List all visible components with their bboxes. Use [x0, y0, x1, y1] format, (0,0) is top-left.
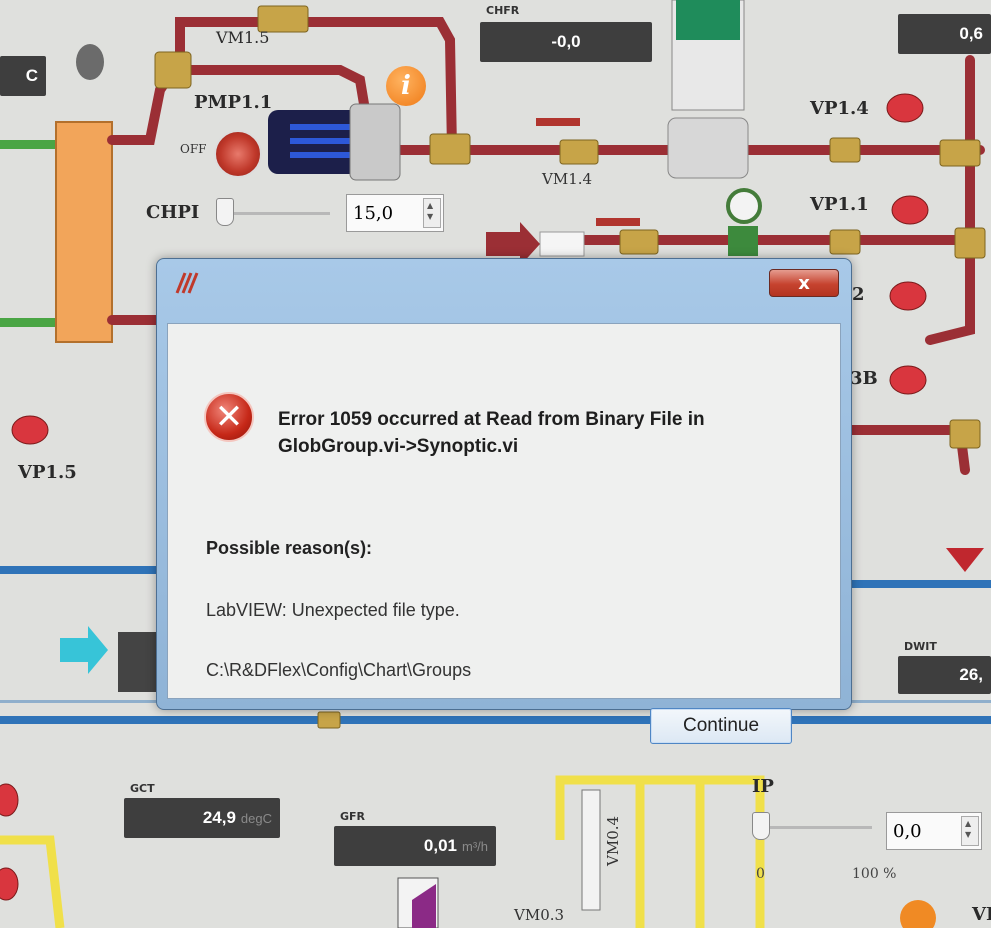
- chpi-slider-track[interactable]: [226, 212, 330, 215]
- chfr-indicator: -0,0: [480, 22, 652, 62]
- ip-slider-thumb[interactable]: [752, 812, 770, 840]
- heat-exchanger: [55, 121, 113, 343]
- gfr-value: 0,01: [423, 836, 457, 855]
- label-pmp: PMP1.1: [194, 92, 273, 113]
- label-vp12-partial: 2: [852, 284, 865, 305]
- blue-pipe-2: [848, 580, 991, 588]
- blue-pipe-3: [0, 716, 991, 724]
- dwit-indicator: 26,: [898, 656, 991, 694]
- label-vp11: VP1.1: [810, 194, 869, 215]
- green-pipe-top: [0, 140, 62, 149]
- gct-tag: GCT: [130, 782, 155, 795]
- dwit-value: 26,: [959, 665, 983, 684]
- gfr-tag: GFR: [340, 810, 366, 823]
- label-vm15: VM1.5: [216, 28, 270, 47]
- gfr-indicator: 0,01 m³/h: [334, 826, 496, 866]
- green-pipe-mid: [0, 318, 62, 327]
- file-path: C:\R&DFlex\Config\Chart\Groups: [206, 660, 472, 680]
- gct-indicator: 24,9 degC: [124, 798, 280, 838]
- error-dialog: x ✕ Error 1059 occurred at Read from Bin…: [156, 258, 852, 744]
- reasons-heading: Possible reason(s):: [206, 538, 373, 558]
- label-vm04: VM0.4: [604, 815, 622, 866]
- chpi-value: 15,0: [353, 202, 394, 224]
- label-vm14: VM1.4: [542, 170, 593, 188]
- top-right-indicator: 0,6: [898, 14, 991, 54]
- drain-arrow: [946, 548, 984, 572]
- blue-pipe-1: [0, 566, 160, 574]
- ip-value: 0,0: [893, 820, 922, 842]
- pump-off-button[interactable]: [214, 130, 262, 178]
- error-icon: ✕: [204, 392, 254, 442]
- label-vp15: VP1.5: [18, 462, 77, 483]
- reason-text: LabVIEW: Unexpected file type.: [206, 600, 460, 620]
- label-vi-partial: VI: [972, 904, 991, 925]
- labview-logo: [173, 271, 201, 295]
- pump-off-label: OFF: [180, 142, 207, 156]
- info-icon[interactable]: i: [386, 66, 426, 106]
- chpi-numeric-input[interactable]: 15,0: [346, 194, 444, 232]
- chfr-tag: CHFR: [486, 4, 520, 17]
- dialog-close-button[interactable]: x: [769, 269, 839, 297]
- label-ip: IP: [752, 776, 774, 797]
- ip-tick-min: 0: [756, 866, 765, 882]
- dwit-tag: DWIT: [904, 640, 937, 653]
- gct-unit: degC: [240, 810, 272, 826]
- continue-button[interactable]: Continue: [650, 708, 792, 744]
- gfr-unit: m³/h: [462, 838, 488, 854]
- ip-slider-track[interactable]: [762, 826, 872, 829]
- chpi-slider-thumb[interactable]: [216, 198, 234, 226]
- ip-numeric-input[interactable]: 0,0: [886, 812, 982, 850]
- ip-spinner[interactable]: [961, 816, 979, 846]
- info-icon-bottom: [900, 900, 936, 928]
- label-vp14: VP1.4: [810, 98, 869, 119]
- gct-value: 24,9: [202, 808, 236, 827]
- top-right-value: 0,6: [959, 24, 983, 43]
- cyan-arrow: [60, 626, 108, 674]
- label-chpi: CHPI: [146, 202, 200, 223]
- error-message: Error 1059 occurred at Read from Binary …: [278, 409, 705, 457]
- ip-tick-max: 100 %: [852, 866, 897, 882]
- chpi-spinner[interactable]: [423, 198, 441, 228]
- label-vm03: VM0.3: [514, 906, 565, 924]
- pressure-gauge: [726, 188, 762, 224]
- label-vp13-partial: 3B: [850, 368, 878, 389]
- dialog-body: ✕ Error 1059 occurred at Read from Binar…: [167, 323, 841, 744]
- chfr-value: -0,0: [551, 32, 581, 51]
- left-unit-indicator: C: [0, 56, 46, 96]
- flow-tube: [581, 789, 601, 911]
